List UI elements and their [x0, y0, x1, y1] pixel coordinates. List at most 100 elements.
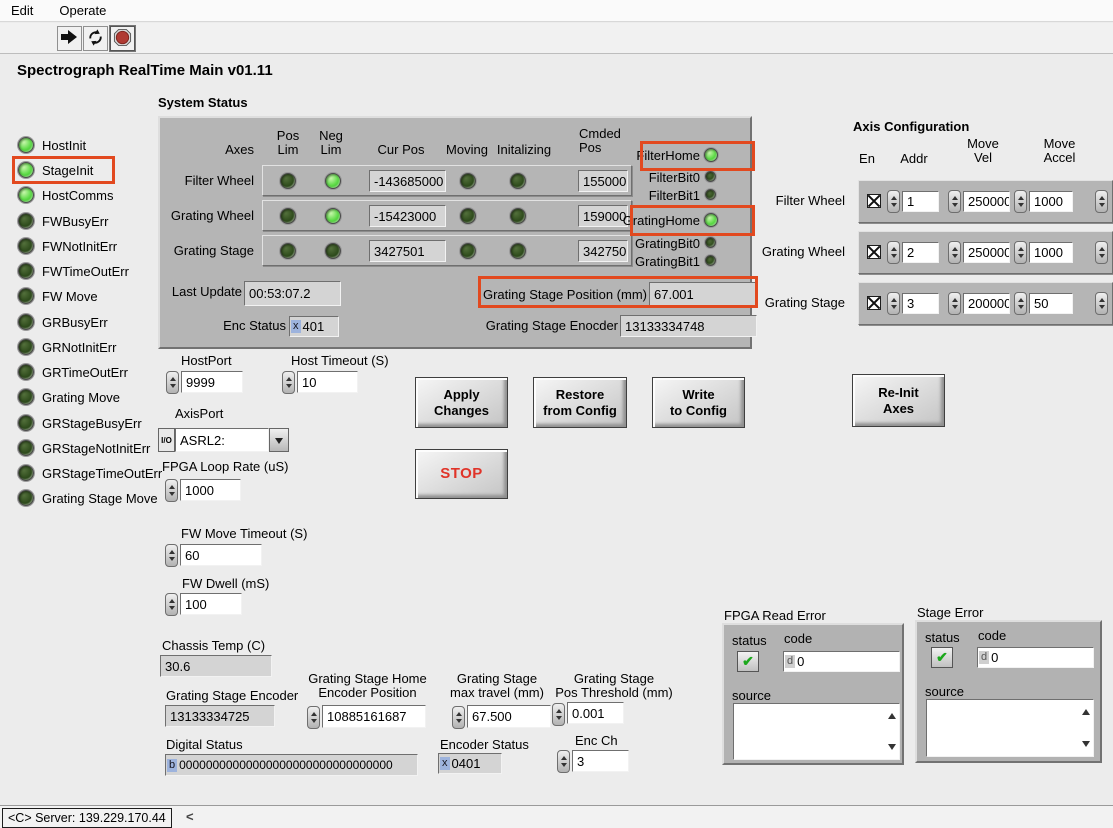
reinit-axes-button[interactable]: Re-Init Axes [852, 374, 945, 427]
led-stageinit [18, 162, 34, 178]
gs-pos-threshold-spinner[interactable] [552, 703, 565, 726]
scroll-down-icon[interactable] [888, 744, 896, 754]
addr-input[interactable]: 1 [902, 191, 939, 212]
move-vel-input[interactable]: 250000 [963, 242, 1010, 263]
led-fwbusyerr [18, 213, 34, 229]
gratingbit0-label: GratingBit0 [590, 237, 700, 251]
apply-changes-button[interactable]: Apply Changes [415, 377, 508, 428]
fw-dwell-input[interactable]: 100 [180, 593, 242, 615]
fw-move-timeout-input[interactable]: 60 [180, 544, 262, 566]
move-vel-spinner[interactable] [948, 190, 961, 213]
scroll-down-icon[interactable] [1082, 741, 1090, 751]
fpga-loop-rate-spinner[interactable] [165, 479, 178, 502]
hostport-input[interactable]: 9999 [181, 371, 243, 393]
col-header-neg-lim: Neg Lim [313, 129, 349, 157]
move-accel-spinner[interactable] [1014, 292, 1027, 315]
axisport-combo[interactable]: ASRL2: [175, 428, 269, 452]
led-label: FWBusyErr [42, 215, 108, 229]
led-grtimeouterr [18, 364, 34, 380]
gs-pos-threshold-input[interactable]: 0.001 [567, 702, 624, 724]
encoder-status-value: x 0401 [438, 753, 502, 774]
run-continuous-button[interactable] [83, 26, 108, 51]
gs-home-encoder-input[interactable]: 10885161687 [322, 705, 426, 728]
gs-max-travel-spinner[interactable] [452, 706, 465, 729]
fw-move-timeout-spinner[interactable] [165, 544, 178, 567]
chassis-temp-label: Chassis Temp (C) [162, 639, 265, 653]
addr-spinner[interactable] [887, 190, 900, 213]
scroll-up-icon[interactable] [888, 709, 896, 719]
menu-edit[interactable]: Edit [11, 3, 33, 18]
move-vel-input[interactable]: 200000 [963, 293, 1010, 314]
en-checkbox[interactable] [867, 296, 881, 310]
addr-input[interactable]: 2 [902, 242, 939, 263]
stop-button[interactable]: STOP [415, 449, 508, 499]
gs-home-encoder-label: Grating Stage Home Encoder Position [305, 672, 430, 700]
row-label-filter-wheel: Filter Wheel [151, 174, 254, 188]
binary-radix[interactable]: b [167, 759, 177, 772]
hex-radix[interactable]: x [440, 757, 450, 770]
addr-spinner[interactable] [887, 292, 900, 315]
enc-ch-spinner[interactable] [557, 750, 570, 773]
menu-operate[interactable]: Operate [59, 3, 106, 18]
extra-spinner[interactable] [1095, 292, 1108, 315]
led-fwtimeouterr [18, 263, 34, 279]
addr-input[interactable]: 3 [902, 293, 939, 314]
move-accel-input[interactable]: 1000 [1029, 191, 1073, 212]
status-label: status [925, 631, 960, 645]
run-arrow-icon [61, 30, 79, 47]
enc-status-label: Enc Status [202, 319, 286, 333]
move-accel-spinner[interactable] [1014, 241, 1027, 264]
abort-button[interactable] [110, 26, 135, 51]
grating-stage-encoder-value: 13133334725 [165, 705, 275, 727]
move-vel-spinner[interactable] [948, 241, 961, 264]
host-timeout-input[interactable]: 10 [297, 371, 358, 393]
move-vel-spinner[interactable] [948, 292, 961, 315]
axisport-dropdown-button[interactable] [269, 428, 289, 452]
decimal-radix: d [979, 651, 989, 664]
gs-max-travel-label: Grating Stage max travel (mm) [447, 672, 547, 700]
addr-spinner[interactable] [887, 241, 900, 264]
fw-dwell-label: FW Dwell (mS) [182, 577, 269, 591]
scroll-left-icon[interactable]: < [186, 809, 194, 824]
move-accel-input[interactable]: 1000 [1029, 242, 1073, 263]
run-button[interactable] [57, 26, 82, 51]
move-accel-spinner[interactable] [1014, 190, 1027, 213]
led-fwmove [18, 288, 34, 304]
gratingbit0-led [705, 237, 716, 248]
restore-from-config-button[interactable]: Restore from Config [533, 377, 627, 428]
extra-spinner[interactable] [1095, 241, 1108, 264]
host-timeout-spinner[interactable] [282, 371, 295, 394]
extra-spinner[interactable] [1095, 190, 1108, 213]
decimal-radix: d [785, 655, 795, 668]
axis-config-row-label: Filter Wheel [745, 194, 845, 208]
hex-radix[interactable]: x [291, 320, 301, 333]
move-vel-input[interactable]: 250000 [963, 191, 1010, 212]
status-row-grating-wheel: -15423000 159000 [262, 200, 632, 231]
enc-ch-input[interactable]: 3 [572, 750, 629, 772]
en-checkbox[interactable] [867, 194, 881, 208]
status-bar: <C> Server: 139.229.170.44 < [0, 805, 1113, 828]
scroll-up-icon[interactable] [1082, 705, 1090, 715]
col-header-cur-pos: Cur Pos [375, 143, 427, 157]
last-update-value: 00:53:07.2 [244, 281, 341, 306]
gs-home-encoder-spinner[interactable] [307, 706, 320, 729]
led-grbusyerr [18, 314, 34, 330]
axis-config-row-label: Grating Stage [745, 296, 845, 310]
visa-io-icon: I/O [158, 428, 175, 452]
gs-max-travel-input[interactable]: 67.500 [467, 705, 551, 728]
led-gratingstagemove [18, 490, 34, 506]
gratinghome-led [704, 213, 718, 227]
write-to-config-button[interactable]: Write to Config [652, 377, 745, 428]
move-accel-input[interactable]: 50 [1029, 293, 1073, 314]
fpga-loop-rate-input[interactable]: 1000 [180, 479, 241, 501]
hostport-spinner[interactable] [166, 371, 179, 394]
fw-dwell-spinner[interactable] [165, 593, 178, 616]
initializing-led [510, 173, 526, 189]
axisport-label: AxisPort [175, 407, 223, 421]
error-code-value: d 0 [977, 647, 1094, 668]
en-checkbox[interactable] [867, 245, 881, 259]
source-label: source [925, 685, 964, 699]
error-status-ok-button: ✔ [737, 651, 759, 672]
row-label-grating-stage: Grating Stage [151, 244, 254, 258]
cur-pos-indicator: 3427501 [369, 240, 446, 262]
